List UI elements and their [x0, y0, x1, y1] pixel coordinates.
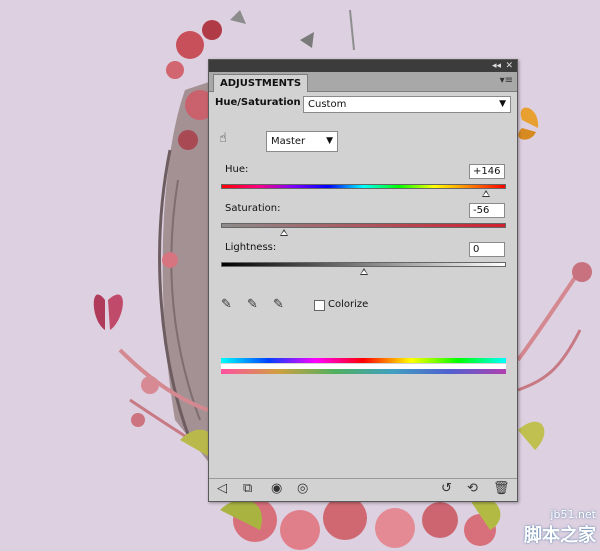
eyedropper-plus-icon[interactable]: ✎: [247, 298, 258, 312]
preset-select[interactable]: Custom ▼: [303, 96, 511, 113]
adjustments-panel: ◂◂ ✕ ADJUSTMENTS ▾≡ Hue/Saturation Custo…: [208, 59, 518, 502]
colorize-checkbox[interactable]: [314, 300, 325, 311]
lightness-slider-thumb[interactable]: [359, 268, 368, 275]
adjustment-type-label: Hue/Saturation: [215, 97, 301, 108]
preset-value: Custom: [308, 99, 347, 110]
reset-icon[interactable]: ⟲: [467, 482, 478, 496]
saturation-label: Saturation:: [225, 203, 281, 214]
eye-icon[interactable]: ◎: [297, 482, 308, 496]
input-spectrum-bar: [221, 358, 506, 363]
back-arrow-icon[interactable]: ◁: [217, 482, 227, 496]
chevron-down-icon: ▼: [326, 136, 333, 146]
watermark-text: 脚本之家: [524, 525, 596, 546]
panel-titlebar[interactable]: ◂◂ ✕: [209, 60, 517, 72]
watermark: jb51.net 脚本之家: [524, 508, 596, 547]
lightness-slider-track[interactable]: [221, 262, 506, 267]
saturation-slider-thumb[interactable]: [279, 229, 288, 236]
lightness-label: Lightness:: [225, 242, 277, 253]
output-spectrum-bar: [221, 369, 506, 374]
tab-adjustments[interactable]: ADJUSTMENTS: [213, 74, 309, 92]
channel-select[interactable]: Master ▼: [266, 131, 338, 152]
panel-menu-icon[interactable]: ▾≡: [500, 75, 513, 86]
eyedropper-icon[interactable]: ✎: [221, 298, 232, 312]
view-previous-icon[interactable]: ↺: [441, 482, 452, 496]
saturation-input[interactable]: -56: [469, 203, 505, 218]
lightness-input[interactable]: 0: [469, 242, 505, 257]
saturation-slider-track[interactable]: [221, 223, 506, 228]
chevron-down-icon: ▼: [499, 99, 506, 109]
hand-adjust-icon[interactable]: ☝: [219, 132, 227, 146]
hue-label: Hue:: [225, 164, 249, 175]
panel-bottom-toolbar: ◁ ⧉ ◉ ◎ ↺ ⟲ 🗑: [209, 478, 517, 501]
layer-visibility-circle-icon[interactable]: ◉: [271, 482, 282, 496]
close-icon[interactable]: ✕: [505, 60, 513, 72]
hue-input[interactable]: +146: [469, 164, 505, 179]
clip-to-layer-icon[interactable]: ⧉: [243, 482, 252, 496]
hue-slider-thumb[interactable]: [482, 190, 491, 197]
collapse-icon[interactable]: ◂◂: [492, 60, 501, 72]
hue-slider-track[interactable]: [221, 184, 506, 189]
colorize-label: Colorize: [328, 299, 369, 310]
eyedropper-minus-icon[interactable]: ✎: [273, 298, 284, 312]
watermark-url: jb51.net: [550, 508, 596, 521]
panel-tab-row: ADJUSTMENTS ▾≡: [209, 72, 517, 92]
channel-value: Master: [271, 136, 306, 147]
trash-icon[interactable]: 🗑: [493, 482, 510, 496]
